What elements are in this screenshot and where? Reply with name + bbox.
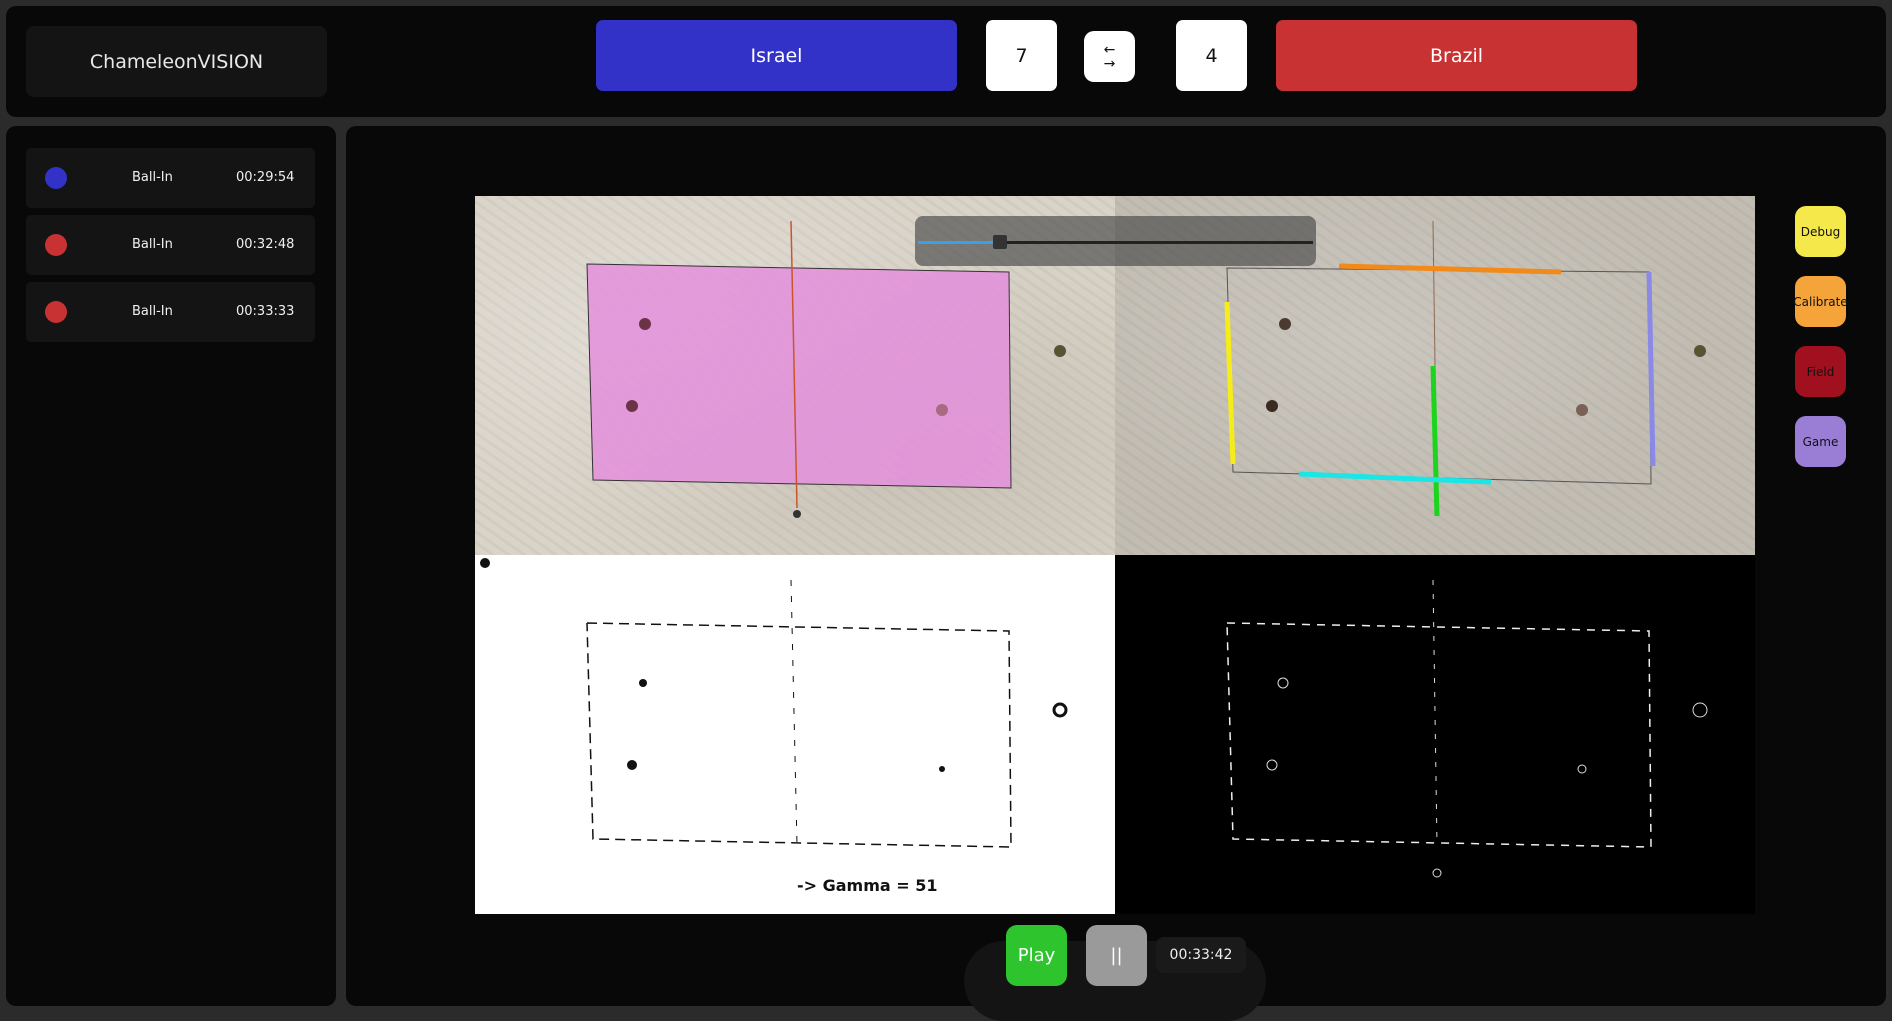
event-type: Ball-In (132, 304, 173, 319)
play-button[interactable]: Play (1006, 925, 1067, 986)
game-button[interactable]: Game (1795, 416, 1846, 467)
team-color-dot (45, 234, 67, 256)
team-color-dot (45, 167, 67, 189)
team-left-button[interactable]: Israel (596, 20, 957, 91)
calibrate-button[interactable]: Calibrate (1793, 276, 1848, 327)
event-time: 00:29:54 (236, 170, 295, 185)
event-time: 00:32:48 (236, 237, 295, 252)
video-view[interactable]: -> Gamma = 51 (475, 196, 1755, 915)
team-right-button[interactable]: Brazil (1276, 20, 1637, 91)
event-item[interactable]: Ball-In 00:32:48 (26, 215, 315, 275)
playback-time: 00:33:42 (1156, 937, 1246, 973)
video-quad-edges (1115, 555, 1755, 914)
team-left-score[interactable]: 7 (986, 20, 1057, 91)
field-button[interactable]: Field (1795, 346, 1846, 397)
events-sidebar: Ball-In 00:29:54 Ball-In 00:32:48 Ball-I… (6, 126, 336, 1006)
debug-button[interactable]: Debug (1795, 206, 1846, 257)
event-time: 00:33:33 (236, 304, 295, 319)
video-seek-bar[interactable] (915, 216, 1316, 266)
video-quad-threshold: -> Gamma = 51 (475, 555, 1115, 914)
team-color-dot (45, 301, 67, 323)
pause-button[interactable]: || (1086, 925, 1147, 986)
swap-arrows-icon: ← → (1103, 41, 1116, 72)
event-item[interactable]: Ball-In 00:29:54 (26, 148, 315, 208)
event-item[interactable]: Ball-In 00:33:33 (26, 282, 315, 342)
team-right-score[interactable]: 4 (1176, 20, 1247, 91)
event-type: Ball-In (132, 170, 173, 185)
seek-progress-fill (918, 241, 1000, 244)
swap-sides-button[interactable]: ← → (1084, 31, 1135, 82)
event-type: Ball-In (132, 237, 173, 252)
gamma-overlay-text: -> Gamma = 51 (797, 876, 938, 895)
app-title: ChameleonVISION (26, 26, 327, 97)
seek-thumb[interactable] (993, 235, 1007, 249)
